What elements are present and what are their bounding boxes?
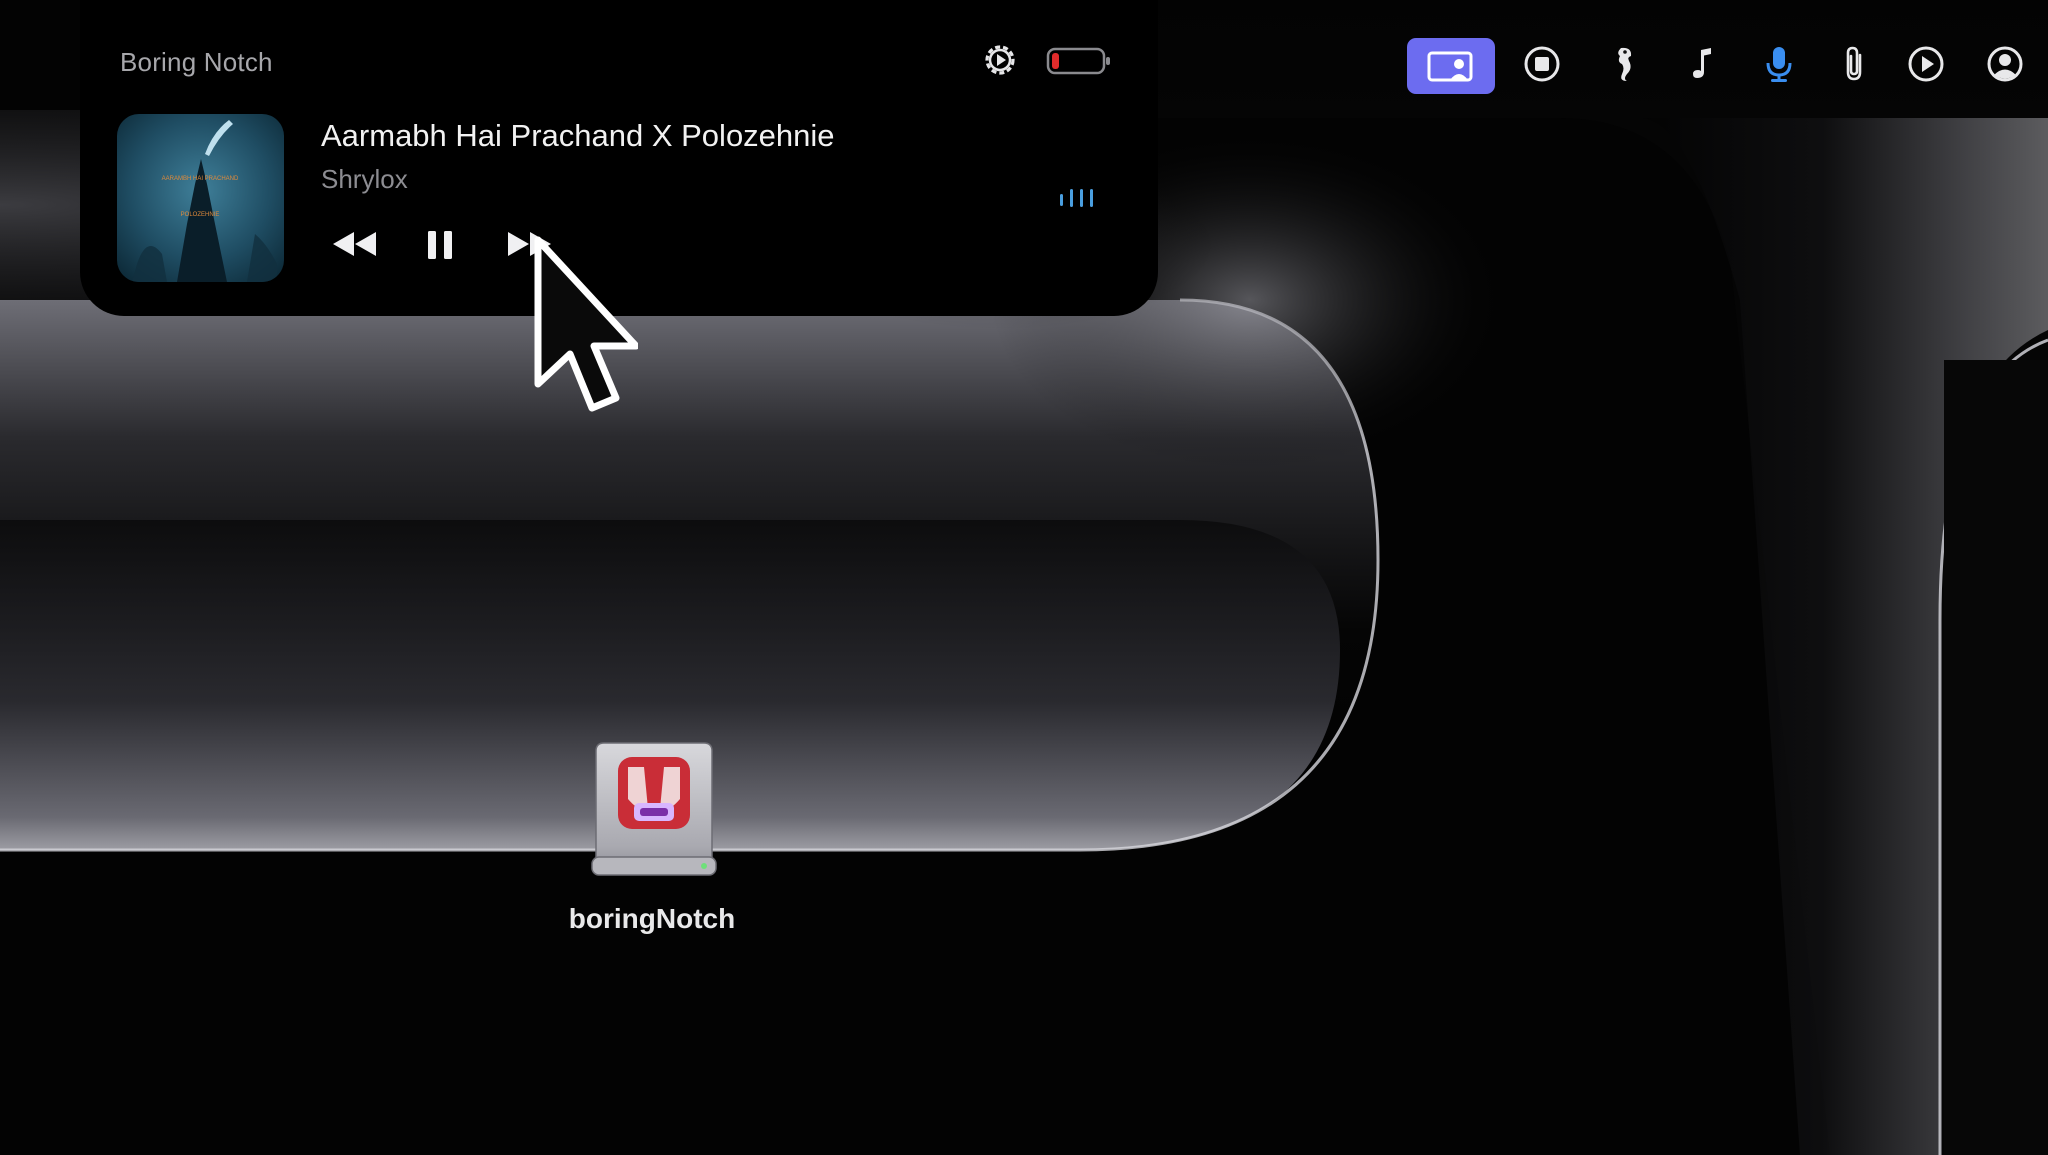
gear-icon[interactable]: [980, 40, 1020, 80]
backward-icon: [333, 232, 376, 256]
microphone-icon[interactable]: [1759, 44, 1799, 84]
disk-image-icon: [591, 742, 717, 876]
album-art: AARAMBH HAI PRACHAND POLOZEHNIE: [117, 114, 284, 282]
forward-icon: [508, 232, 551, 256]
artist-name: Shrylox: [321, 164, 408, 194]
seahorse-icon[interactable]: [1605, 44, 1645, 84]
desktop-item-label: boringNotch: [568, 903, 736, 934]
svg-text:AARAMBH HAI PRACHAND: AARAMBH HAI PRACHAND: [162, 176, 239, 182]
svg-text:POLOZEHNIE: POLOZEHNIE: [181, 212, 220, 218]
music-note-icon[interactable]: [1683, 44, 1723, 84]
stop-record-icon[interactable]: [1522, 44, 1562, 84]
paperclip-icon[interactable]: [1835, 44, 1875, 84]
battery-low-icon: [1046, 47, 1110, 75]
screen-share-button[interactable]: [1407, 38, 1495, 94]
forward-button[interactable]: [504, 226, 554, 262]
pause-icon: [428, 231, 452, 259]
pause-button[interactable]: [420, 226, 460, 264]
rewind-button[interactable]: [330, 226, 380, 262]
song-title: Aarmabh Hai Prachand X Polozehnie: [321, 118, 835, 153]
boring-notch-panel: Boring Notch AARAMBH HAI PRACHAND POLOZE…: [80, 0, 1158, 316]
audio-bars-icon: [1060, 189, 1093, 207]
app-name: Boring Notch: [120, 47, 273, 77]
desktop-disk-image[interactable]: boringNotch: [548, 735, 758, 945]
screen-share-icon: [1427, 51, 1473, 82]
user-account-icon[interactable]: [1985, 44, 2025, 84]
play-circle-icon[interactable]: [1906, 44, 1946, 84]
